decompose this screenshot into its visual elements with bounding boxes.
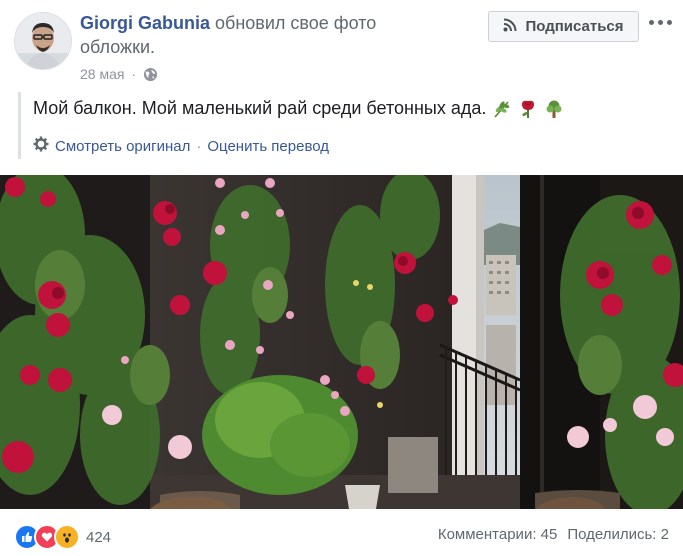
dot-separator: ·: [131, 66, 137, 82]
rose-icon: [518, 99, 538, 119]
feed-post: Giorgi Gabunia обновил свое фото обложки…: [0, 0, 683, 556]
engagement-stats: Комментарии: 45 Поделились: 2: [438, 526, 669, 543]
rss-icon: [503, 18, 517, 36]
subscribe-button[interactable]: Подписаться: [488, 11, 639, 42]
rate-translation-link[interactable]: Оценить перевод: [207, 138, 329, 155]
more-options-icon[interactable]: [649, 14, 673, 30]
post-date[interactable]: 28 мая: [80, 66, 124, 82]
dot-separator: ·: [196, 137, 202, 155]
quote-bar: [18, 92, 21, 159]
post-message-text: Мой балкон. Мой маленький рай среди бето…: [33, 98, 487, 118]
globe-icon[interactable]: [143, 67, 158, 82]
shares-count-link[interactable]: Поделились: 2: [567, 526, 669, 543]
author-avatar[interactable]: [14, 12, 72, 70]
herb-icon: [492, 99, 512, 119]
comments-count-link[interactable]: Комментарии: 45: [438, 526, 558, 543]
reaction-count: 424: [86, 528, 112, 546]
post-meta: 28 мая ·: [80, 66, 158, 82]
wow-icon: [54, 524, 80, 550]
translation-row: Смотреть оригинал · Оценить перевод: [33, 136, 329, 156]
post-message: Мой балкон. Мой маленький рай среди бето…: [33, 98, 564, 119]
reactions-summary[interactable]: 424: [14, 524, 111, 550]
subscribe-label: Подписаться: [525, 18, 624, 35]
post-header: Giorgi Gabunia обновил свое фото обложки…: [80, 11, 400, 59]
cover-photo[interactable]: [0, 175, 683, 509]
gear-icon[interactable]: [33, 136, 49, 156]
tree-icon: [544, 99, 564, 119]
see-original-link[interactable]: Смотреть оригинал: [55, 138, 190, 155]
author-name[interactable]: Giorgi Gabunia: [80, 13, 210, 33]
